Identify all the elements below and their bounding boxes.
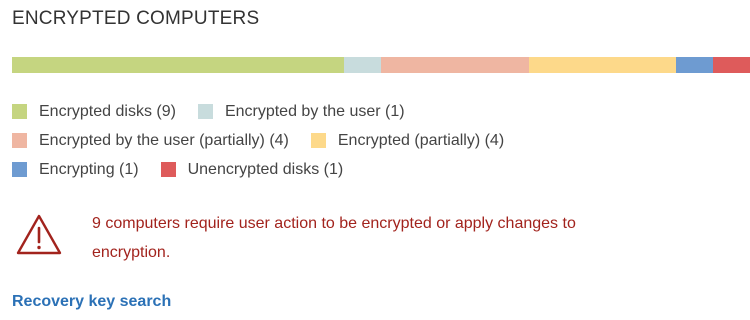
- recovery-key-search-link[interactable]: Recovery key search: [12, 293, 171, 311]
- encrypted-computers-widget: ENCRYPTED COMPUTERS Encrypted disks (9) …: [0, 0, 750, 320]
- warning-message-line: encryption.: [92, 244, 171, 261]
- legend-swatch-encrypting: [12, 162, 27, 177]
- bar-segment-encrypted-by-the-user-partially: [380, 57, 529, 73]
- legend-label-encrypting: Encrypting (1): [39, 160, 139, 178]
- legend-row: Encrypted disks (9) Encrypted by the use…: [12, 97, 742, 126]
- legend-item-encrypted-partially: Encrypted (partially) (4): [310, 131, 505, 150]
- legend-item-encrypted-by-user: Encrypted by the user (1): [197, 102, 405, 121]
- legend-item-encrypting: Encrypting (1): [12, 161, 139, 179]
- legend-row: Encrypted by the user (partially) (4) En…: [12, 126, 742, 155]
- legend-item-encrypted-disks: Encrypted disks (9): [12, 103, 176, 121]
- warning-message-line: 9 computers require user action to be en…: [92, 215, 576, 232]
- legend-swatch-encrypted-by-user-partially: [12, 133, 27, 148]
- legend-label-encrypted-partially: Encrypted (partially) (4): [337, 131, 505, 149]
- bar-segment-unencrypted-disks: [713, 57, 750, 73]
- legend-item-encrypted-by-user-partially: Encrypted by the user (partially) (4): [12, 132, 289, 150]
- legend-swatch-encrypted-by-user: [197, 104, 213, 119]
- warning-triangle-icon: [16, 214, 62, 255]
- bar-segment-encrypted-by-the-user: [344, 57, 381, 73]
- legend-label-encrypted-by-user: Encrypted by the user (1): [224, 102, 405, 120]
- legend-item-unencrypted-disks: Unencrypted disks (1): [160, 160, 344, 179]
- bar-segment-encrypted-partially: [528, 57, 677, 73]
- warning-message: 9 computers require user action to be en…: [92, 209, 732, 267]
- widget-title: ENCRYPTED COMPUTERS: [12, 8, 260, 29]
- bar-segment-encrypted-disks: [12, 57, 345, 73]
- legend-swatch-encrypted-partially: [310, 133, 326, 148]
- legend: Encrypted disks (9) Encrypted by the use…: [12, 97, 742, 184]
- legend-label-unencrypted-disks: Unencrypted disks (1): [187, 160, 344, 178]
- legend-swatch-encrypted-disks: [12, 104, 27, 119]
- legend-swatch-unencrypted-disks: [160, 162, 176, 177]
- legend-row: Encrypting (1) Unencrypted disks (1): [12, 155, 742, 184]
- legend-label-encrypted-by-user-partially: Encrypted by the user (partially) (4): [39, 131, 289, 149]
- bar-segment-encrypting: [676, 57, 714, 73]
- legend-label-encrypted-disks: Encrypted disks (9): [39, 102, 176, 120]
- encryption-stacked-bar: [12, 57, 750, 73]
